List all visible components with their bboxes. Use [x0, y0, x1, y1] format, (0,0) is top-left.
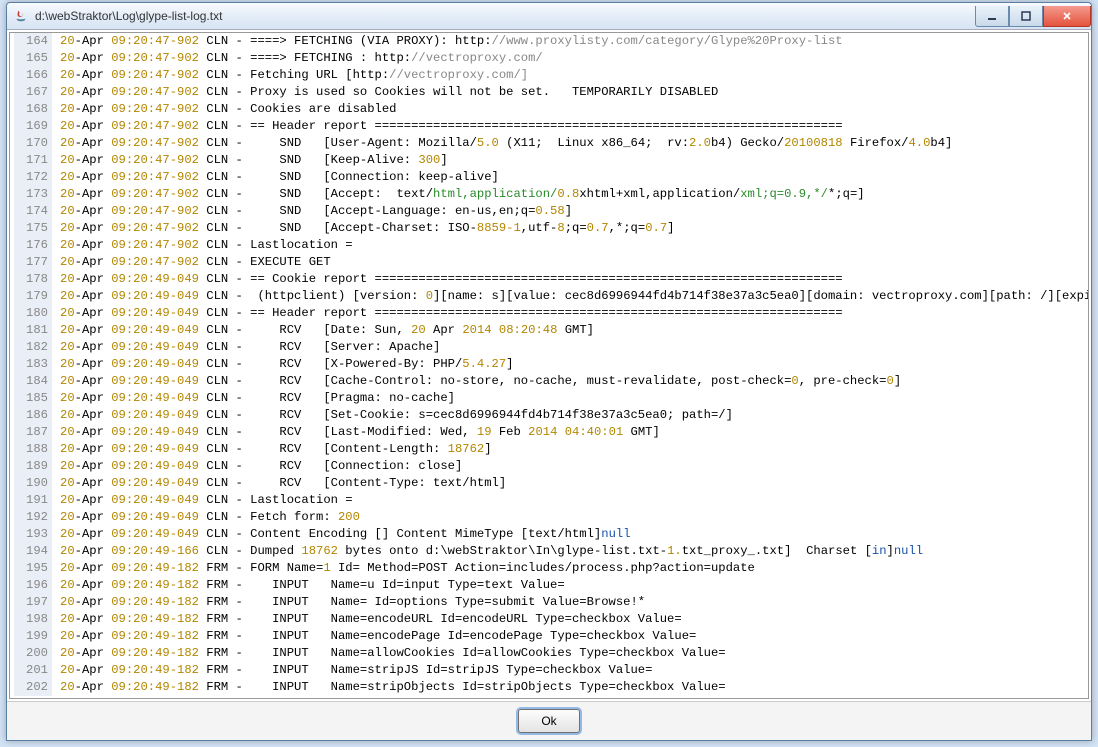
log-line: 18720-Apr 09:20:49-049 CLN - RCV [Last-M… [10, 424, 1088, 441]
titlebar[interactable]: d:\webStraktor\Log\glype-list-log.txt [7, 3, 1091, 30]
log-line: 19120-Apr 09:20:49-049 CLN - Lastlocatio… [10, 492, 1088, 509]
log-line: 19920-Apr 09:20:49-182 FRM - INPUT Name=… [10, 628, 1088, 645]
log-line: 19620-Apr 09:20:49-182 FRM - INPUT Name=… [10, 577, 1088, 594]
log-line: 17720-Apr 09:20:47-902 CLN - EXECUTE GET [10, 254, 1088, 271]
close-button[interactable] [1043, 6, 1091, 27]
log-line: 18820-Apr 09:20:49-049 CLN - RCV [Conten… [10, 441, 1088, 458]
log-line: 17420-Apr 09:20:47-902 CLN - SND [Accept… [10, 203, 1088, 220]
log-line: 16620-Apr 09:20:47-902 CLN - Fetching UR… [10, 67, 1088, 84]
log-line: 19020-Apr 09:20:49-049 CLN - RCV [Conten… [10, 475, 1088, 492]
app-window: d:\webStraktor\Log\glype-list-log.txt 16… [6, 2, 1092, 741]
log-line: 19720-Apr 09:20:49-182 FRM - INPUT Name=… [10, 594, 1088, 611]
footer: Ok [7, 701, 1091, 740]
log-panel: 16420-Apr 09:20:47-902 CLN - ====> FETCH… [9, 32, 1089, 699]
log-line: 18020-Apr 09:20:49-049 CLN - == Header r… [10, 305, 1088, 322]
log-line: 20120-Apr 09:20:49-182 FRM - INPUT Name=… [10, 662, 1088, 679]
log-line: 19420-Apr 09:20:49-166 CLN - Dumped 1876… [10, 543, 1088, 560]
log-line: 17820-Apr 09:20:49-049 CLN - == Cookie r… [10, 271, 1088, 288]
log-line: 20020-Apr 09:20:49-182 FRM - INPUT Name=… [10, 645, 1088, 662]
log-viewport[interactable]: 16420-Apr 09:20:47-902 CLN - ====> FETCH… [10, 33, 1088, 698]
log-line: 19820-Apr 09:20:49-182 FRM - INPUT Name=… [10, 611, 1088, 628]
log-line: 18320-Apr 09:20:49-049 CLN - RCV [X-Powe… [10, 356, 1088, 373]
log-line: 19220-Apr 09:20:49-049 CLN - Fetch form:… [10, 509, 1088, 526]
minimize-button[interactable] [975, 6, 1009, 27]
log-line: 16920-Apr 09:20:47-902 CLN - == Header r… [10, 118, 1088, 135]
log-line: 19320-Apr 09:20:49-049 CLN - Content Enc… [10, 526, 1088, 543]
log-line: 16520-Apr 09:20:47-902 CLN - ====> FETCH… [10, 50, 1088, 67]
log-line: 18420-Apr 09:20:49-049 CLN - RCV [Cache-… [10, 373, 1088, 390]
window-buttons [975, 6, 1091, 26]
window-body: 16420-Apr 09:20:47-902 CLN - ====> FETCH… [7, 30, 1091, 740]
maximize-button[interactable] [1009, 6, 1043, 27]
window-title: d:\webStraktor\Log\glype-list-log.txt [35, 9, 222, 23]
log-line: 17220-Apr 09:20:47-902 CLN - SND [Connec… [10, 169, 1088, 186]
log-line: 16420-Apr 09:20:47-902 CLN - ====> FETCH… [10, 33, 1088, 50]
log-line: 18120-Apr 09:20:49-049 CLN - RCV [Date: … [10, 322, 1088, 339]
log-line: 17020-Apr 09:20:47-902 CLN - SND [User-A… [10, 135, 1088, 152]
log-line: 17920-Apr 09:20:49-049 CLN - (httpclient… [10, 288, 1088, 305]
log-line: 18620-Apr 09:20:49-049 CLN - RCV [Set-Co… [10, 407, 1088, 424]
log-line: 20220-Apr 09:20:49-182 FRM - INPUT Name=… [10, 679, 1088, 696]
log-line: 18220-Apr 09:20:49-049 CLN - RCV [Server… [10, 339, 1088, 356]
log-line: 17620-Apr 09:20:47-902 CLN - Lastlocatio… [10, 237, 1088, 254]
log-line: 16820-Apr 09:20:47-902 CLN - Cookies are… [10, 101, 1088, 118]
log-line: 18920-Apr 09:20:49-049 CLN - RCV [Connec… [10, 458, 1088, 475]
log-line: 16720-Apr 09:20:47-902 CLN - Proxy is us… [10, 84, 1088, 101]
log-line: 18520-Apr 09:20:49-049 CLN - RCV [Pragma… [10, 390, 1088, 407]
log-line: 17520-Apr 09:20:47-902 CLN - SND [Accept… [10, 220, 1088, 237]
ok-button[interactable]: Ok [518, 709, 579, 733]
log-line: 17120-Apr 09:20:47-902 CLN - SND [Keep-A… [10, 152, 1088, 169]
log-line: 17320-Apr 09:20:47-902 CLN - SND [Accept… [10, 186, 1088, 203]
log-line: 19520-Apr 09:20:49-182 FRM - FORM Name=1… [10, 560, 1088, 577]
java-icon [13, 8, 29, 24]
